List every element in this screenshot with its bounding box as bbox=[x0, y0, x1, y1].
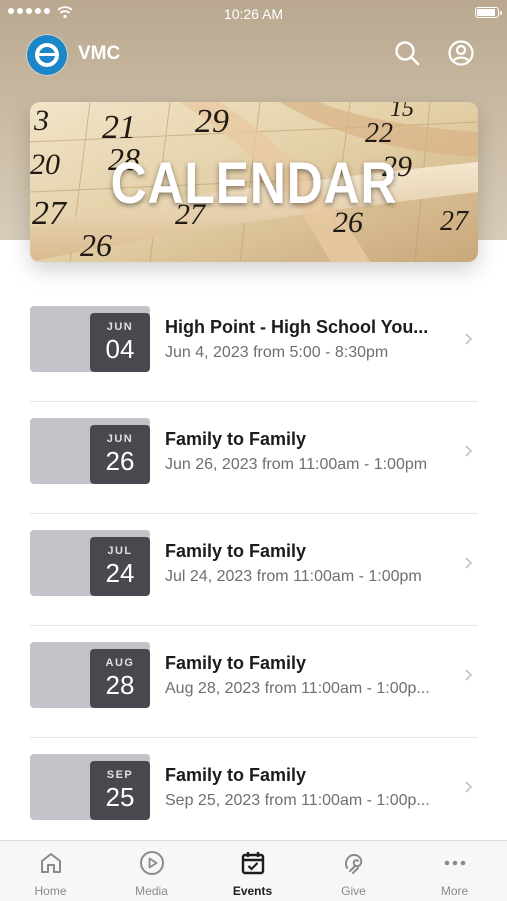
give-icon bbox=[344, 853, 363, 874]
home-icon bbox=[41, 853, 61, 873]
event-day: 26 bbox=[105, 446, 135, 476]
status-bar: 10:26 AM bbox=[0, 0, 507, 28]
event-month: JUN bbox=[106, 321, 134, 333]
event-thumbnail: JUN 04 bbox=[30, 306, 150, 372]
search-icon bbox=[395, 41, 420, 66]
more-icon bbox=[444, 860, 466, 866]
calendar-number: 3 bbox=[33, 104, 49, 137]
calendar-number: 22 bbox=[365, 118, 393, 149]
event-month: JUL bbox=[107, 545, 133, 557]
calendar-banner[interactable]: 3 21 29 15 28 22 20 29 27 27 26 26 27 CA… bbox=[30, 102, 478, 262]
chevron-right-icon bbox=[465, 781, 473, 793]
event-item[interactable]: AUG 28 Family to Family Aug 28, 2023 fro… bbox=[30, 626, 478, 738]
app-header: VMC bbox=[0, 30, 507, 76]
battery-icon bbox=[475, 7, 502, 18]
tab-label: Home bbox=[34, 884, 67, 898]
calendar-icon bbox=[241, 852, 265, 875]
calendar-number: 15 bbox=[390, 102, 414, 122]
event-title: Family to Family bbox=[165, 541, 307, 561]
event-title: High Point - High School You... bbox=[165, 317, 429, 337]
tab-label: Give bbox=[341, 884, 366, 898]
tab-home[interactable]: Home bbox=[0, 841, 101, 901]
event-thumbnail: SEP 25 bbox=[30, 754, 150, 820]
banner-title: CALENDAR bbox=[110, 151, 398, 216]
event-item[interactable]: JUN 26 Family to Family Jun 26, 2023 fro… bbox=[30, 402, 478, 514]
event-title: Family to Family bbox=[165, 653, 307, 673]
tab-give[interactable]: Give bbox=[303, 841, 404, 901]
calendar-number: 26 bbox=[80, 227, 112, 262]
event-thumbnail: AUG 28 bbox=[30, 642, 150, 708]
event-item[interactable]: SEP 25 Family to Family Sep 25, 2023 fro… bbox=[30, 738, 478, 849]
chevron-right-icon bbox=[465, 669, 473, 681]
chevron-right-icon bbox=[465, 445, 473, 457]
profile-button[interactable] bbox=[446, 38, 476, 68]
calendar-number: 29 bbox=[195, 103, 229, 140]
event-month: SEP bbox=[106, 769, 134, 781]
event-date-badge: JUN 04 bbox=[90, 313, 150, 372]
tab-more[interactable]: More bbox=[404, 841, 505, 901]
chevron-right-icon bbox=[465, 557, 473, 569]
tab-media[interactable]: Media bbox=[101, 841, 202, 901]
event-month: AUG bbox=[105, 657, 135, 669]
church-logo-icon[interactable] bbox=[27, 35, 67, 75]
profile-icon bbox=[448, 40, 474, 66]
event-title: Family to Family bbox=[165, 429, 307, 449]
tab-bar: Home Media Events Give More bbox=[0, 840, 507, 901]
event-datetime: Aug 28, 2023 from 11:00am - 1:00p... bbox=[165, 680, 430, 697]
event-datetime: Jun 26, 2023 from 11:00am - 1:00pm bbox=[165, 456, 428, 473]
event-day: 25 bbox=[105, 782, 135, 812]
event-thumbnail: JUL 24 bbox=[30, 530, 150, 596]
app-name: VMC bbox=[78, 43, 121, 64]
events-list: JUN 04 High Point - High School You... J… bbox=[30, 290, 478, 849]
tab-label: Events bbox=[232, 884, 273, 898]
event-datetime: Sep 25, 2023 from 11:00am - 1:00p... bbox=[165, 792, 430, 809]
search-button[interactable] bbox=[392, 38, 422, 68]
event-date-badge: JUN 26 bbox=[90, 425, 150, 484]
status-time: 10:26 AM bbox=[223, 6, 284, 22]
event-datetime: Jul 24, 2023 from 11:00am - 1:00pm bbox=[165, 568, 422, 585]
event-day: 04 bbox=[105, 334, 135, 364]
event-date-badge: SEP 25 bbox=[90, 761, 150, 820]
tab-label: Media bbox=[135, 884, 168, 898]
chevron-right-icon bbox=[465, 333, 473, 345]
tab-events[interactable]: Events bbox=[202, 841, 303, 901]
event-day: 28 bbox=[105, 670, 135, 700]
event-month: JUN bbox=[106, 433, 134, 445]
event-item[interactable]: JUL 24 Family to Family Jul 24, 2023 fro… bbox=[30, 514, 478, 626]
tab-label: More bbox=[440, 884, 469, 898]
event-date-badge: AUG 28 bbox=[90, 649, 150, 708]
event-thumbnail: JUN 26 bbox=[30, 418, 150, 484]
event-title: Family to Family bbox=[165, 765, 307, 785]
play-icon bbox=[140, 851, 164, 875]
event-day: 24 bbox=[105, 558, 135, 588]
event-datetime: Jun 4, 2023 from 5:00 - 8:30pm bbox=[165, 344, 389, 361]
event-date-badge: JUL 24 bbox=[90, 537, 150, 596]
event-item[interactable]: JUN 04 High Point - High School You... J… bbox=[30, 290, 478, 402]
calendar-number: 20 bbox=[30, 148, 60, 181]
